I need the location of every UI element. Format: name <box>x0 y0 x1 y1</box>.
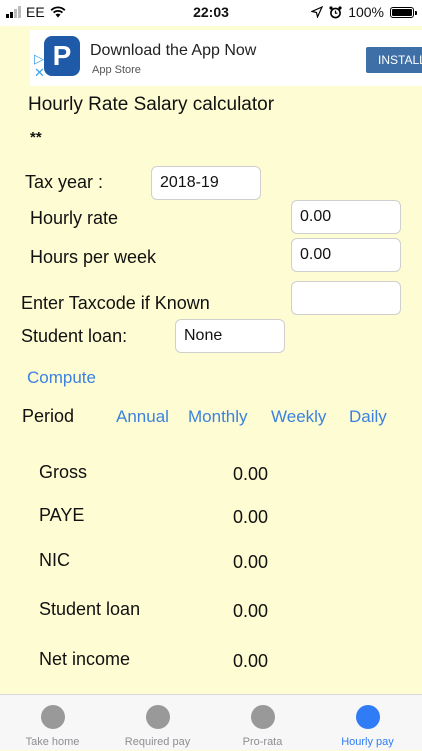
pro-rata-tab-icon <box>250 705 275 729</box>
tab-take-home[interactable]: Take home <box>0 695 105 751</box>
hours-per-week-field[interactable]: 0.00 <box>291 238 401 272</box>
tab-bar: Take home Required pay Pro-rata Hourly p… <box>0 694 422 750</box>
hours-per-week-label: Hours per week <box>30 247 157 267</box>
ad-logo-letter: P <box>52 40 72 71</box>
ad-install-button[interactable]: INSTALL <box>366 47 422 73</box>
ad-choices-icon[interactable]: ▷ <box>34 52 45 66</box>
ad-app-logo[interactable]: P <box>44 36 80 76</box>
student-loan-result-value: 0.00 <box>233 601 269 621</box>
ad-close-icon[interactable]: ✕ <box>34 66 45 80</box>
period-annual-button[interactable]: Annual <box>116 407 169 427</box>
page-subtitle: ** <box>30 129 42 146</box>
ad-subtitle: App Store <box>92 64 141 76</box>
gross-value: 0.00 <box>233 464 269 484</box>
tab-required-pay[interactable]: Required pay <box>105 695 210 751</box>
tab-pro-rata-label: Pro-rata <box>242 736 283 748</box>
alarm-clock-icon <box>329 5 342 18</box>
hourly-pay-tab-icon <box>355 705 380 729</box>
hourly-rate-label: Hourly rate <box>30 208 119 228</box>
tax-year-field[interactable]: 2018-19 <box>151 166 261 200</box>
nic-value: 0.00 <box>233 552 269 572</box>
status-bar: EE 22:03 100% <box>0 0 422 26</box>
gross-label: Gross <box>39 462 88 482</box>
net-income-value: 0.00 <box>233 651 269 671</box>
ad-choices[interactable]: ▷ ✕ <box>34 52 45 80</box>
tab-hourly-pay[interactable]: Hourly pay <box>315 695 420 751</box>
tab-pro-rata[interactable]: Pro-rata <box>210 695 315 751</box>
nic-label: NIC <box>39 550 70 570</box>
paye-label: PAYE <box>39 505 85 525</box>
tab-hourly-pay-label: Hourly pay <box>341 736 394 748</box>
hourly-rate-field[interactable]: 0.00 <box>291 200 401 234</box>
location-arrow-icon <box>311 6 324 18</box>
ad-banner[interactable]: P Download the App Now App Store INSTALL <box>30 30 422 86</box>
tab-take-home-label: Take home <box>25 736 80 748</box>
student-loan-result-label: Student loan <box>39 599 141 619</box>
take-home-tab-icon <box>40 705 65 729</box>
period-daily-button[interactable]: Daily <box>349 407 387 427</box>
battery-percentage: 100% <box>348 4 384 20</box>
tax-year-label: Tax year : <box>25 172 104 192</box>
net-income-label: Net income <box>39 649 131 669</box>
period-weekly-button[interactable]: Weekly <box>271 407 326 427</box>
tab-required-pay-label: Required pay <box>124 736 191 748</box>
compute-button[interactable]: Compute <box>27 368 96 388</box>
ad-title[interactable]: Download the App Now <box>90 42 256 60</box>
taxcode-field[interactable] <box>291 281 401 315</box>
page-title: Hourly Rate Salary calculator <box>28 94 275 115</box>
student-loan-field[interactable]: None <box>175 319 285 353</box>
paye-value: 0.00 <box>233 507 269 527</box>
student-loan-label: Student loan: <box>21 326 128 346</box>
required-pay-tab-icon <box>145 705 170 729</box>
status-right: 100% <box>311 4 417 20</box>
taxcode-label: Enter Taxcode if Known <box>21 293 210 313</box>
period-monthly-button[interactable]: Monthly <box>188 407 248 427</box>
battery-icon <box>390 6 417 18</box>
period-label: Period <box>22 406 75 426</box>
